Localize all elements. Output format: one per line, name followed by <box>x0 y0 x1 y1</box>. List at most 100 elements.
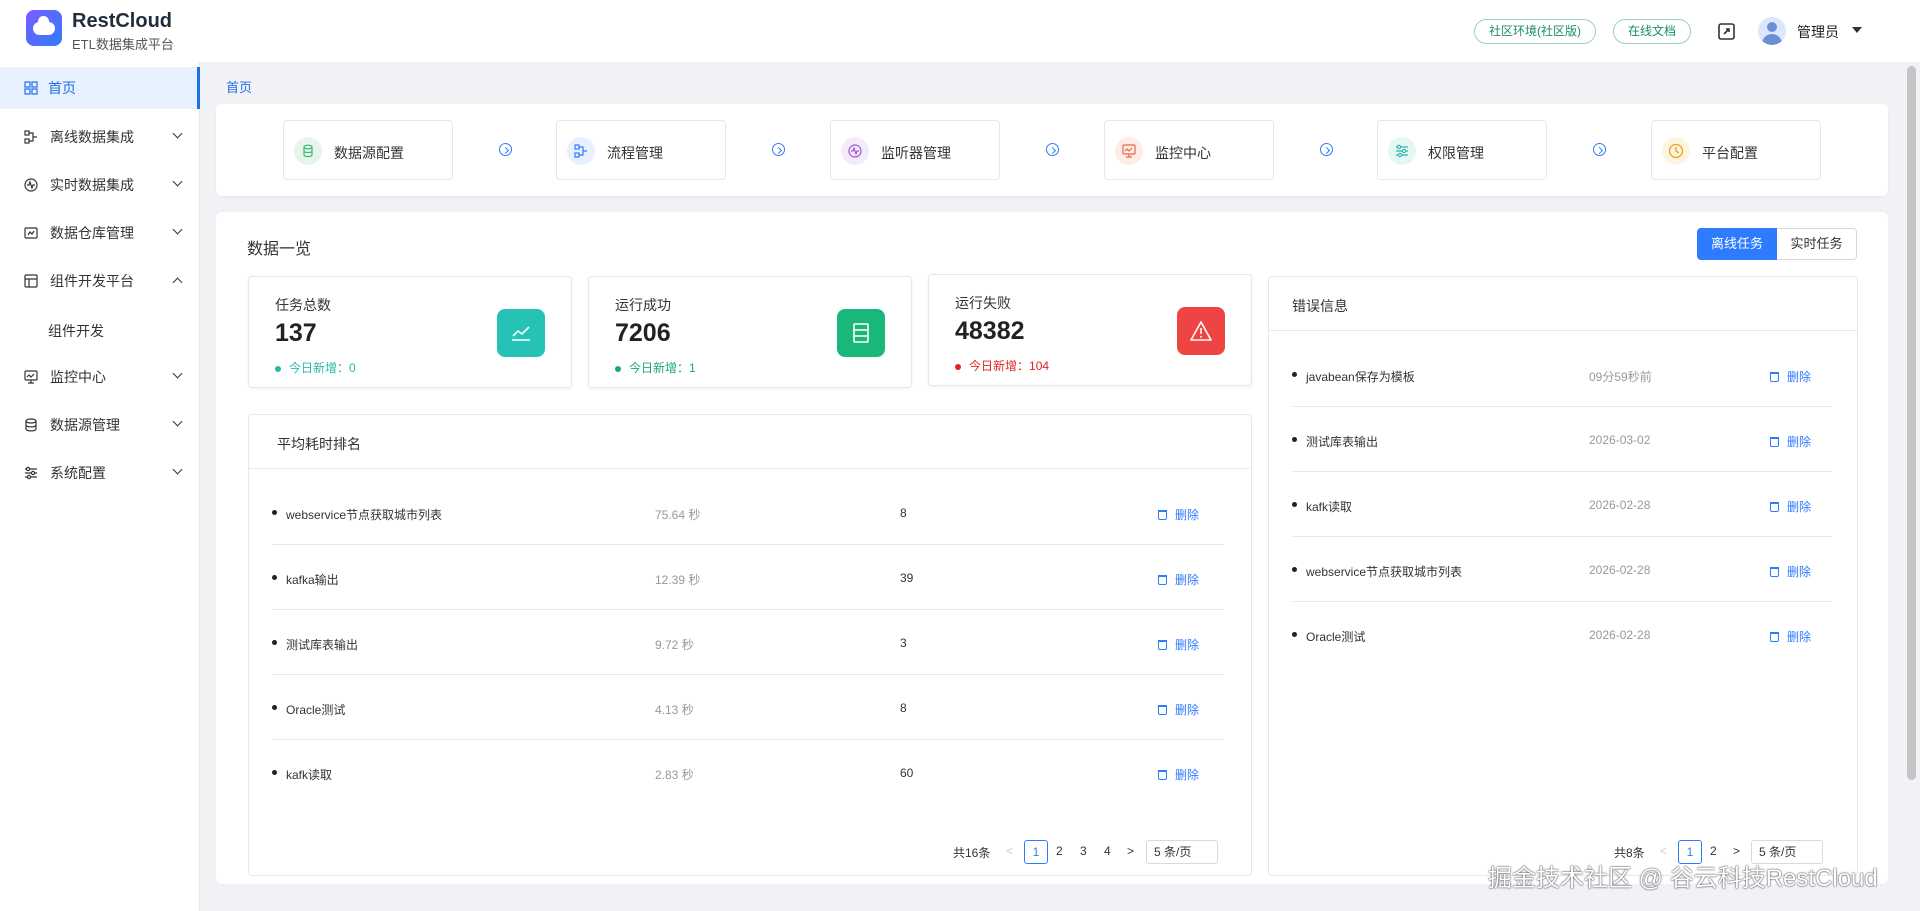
delete-button[interactable]: 删除 <box>1158 701 1199 718</box>
sidebar-item-label: 离线数据集成 <box>50 129 134 145</box>
user-name[interactable]: 管理员 <box>1797 22 1839 42</box>
sidebar-item-label: 系统配置 <box>50 465 106 481</box>
pagination-next-button[interactable]: > <box>1127 844 1134 858</box>
page-scrollbar[interactable] <box>1907 66 1916 780</box>
pagination-page[interactable]: 3 <box>1080 844 1087 858</box>
delete-button[interactable]: 删除 <box>1158 636 1199 653</box>
arrow-right-circle-icon <box>772 143 785 156</box>
sidebar-item-label: 首页 <box>48 80 76 96</box>
arrow-right-circle-icon <box>499 143 512 156</box>
breadcrumb[interactable]: 首页 <box>226 77 252 96</box>
delete-button[interactable]: 删除 <box>1770 628 1811 645</box>
warning-icon <box>1177 307 1225 355</box>
panel-title: 平均耗时排名 <box>277 436 361 452</box>
chevron-down-icon <box>172 176 183 187</box>
stat-card-total: 任务总数 137 今日新增：0 <box>248 276 572 388</box>
quicknav-listener-management[interactable]: 监听器管理 <box>830 120 1000 180</box>
quicknav-label: 监听器管理 <box>881 145 951 161</box>
sidebar-item-component-platform[interactable]: 组件开发平台 <box>0 260 200 302</box>
quicknav-datasource-config[interactable]: 数据源配置 <box>283 120 453 180</box>
delete-button[interactable]: 删除 <box>1770 368 1811 385</box>
delete-button[interactable]: 删除 <box>1158 766 1199 783</box>
delete-button[interactable]: 删除 <box>1770 433 1811 450</box>
quicknav-label: 权限管理 <box>1428 145 1484 161</box>
delete-button[interactable]: 删除 <box>1770 498 1811 515</box>
quicknav-flow-management[interactable]: 流程管理 <box>556 120 726 180</box>
stat-value: 137 <box>275 319 317 347</box>
table-row: kafk读取 2.83 秒 60 删除 <box>272 740 1224 805</box>
brand-subtitle: ETL数据集成平台 <box>72 37 174 52</box>
trash-icon <box>1770 632 1779 642</box>
delete-button[interactable]: 删除 <box>1770 563 1811 580</box>
row-time: 2026-02-28 <box>1589 563 1651 577</box>
stat-label: 任务总数 <box>275 297 331 313</box>
top-header: RestCloud ETL数据集成平台 社区环境(社区版) 在线文档 管理员 <box>0 0 1920 62</box>
pagination-page[interactable]: 4 <box>1104 844 1111 858</box>
trash-icon <box>1158 770 1167 780</box>
ranking-pagination: 共16条 < 1 2 3 4 > 5 条/页 <box>953 840 1223 864</box>
sidebar-item-monitor[interactable]: 监控中心 <box>0 356 200 398</box>
pagination-total: 共16条 <box>953 846 991 860</box>
stat-label: 运行成功 <box>615 297 671 313</box>
stat-today-new: 今日新增：1 <box>615 359 696 376</box>
sidebar-item-warehouse[interactable]: 数据仓库管理 <box>0 212 200 254</box>
sidebar-item-home[interactable]: 首页 <box>0 67 200 109</box>
tab-realtime-tasks[interactable]: 实时任务 <box>1777 228 1857 260</box>
user-caret-icon[interactable] <box>1852 27 1862 33</box>
sidebar-item-label: 监控中心 <box>50 369 106 385</box>
sidebar-subitem-component-dev[interactable]: 组件开发 <box>48 321 104 341</box>
panel-header: 平均耗时排名 <box>249 415 1251 469</box>
row-count: 39 <box>900 571 914 585</box>
row-count: 8 <box>900 506 907 520</box>
stat-value: 7206 <box>615 319 671 347</box>
online-docs-button[interactable]: 在线文档 <box>1613 19 1692 44</box>
page-size-select[interactable]: 5 条/页 <box>1146 840 1218 864</box>
trash-icon <box>1158 705 1167 715</box>
row-name: kafk读取 <box>286 768 333 782</box>
quicknav-label: 数据源配置 <box>334 145 404 161</box>
quicknav-monitor-center[interactable]: 监控中心 <box>1104 120 1274 180</box>
pagination-page[interactable]: 2 <box>1056 844 1063 858</box>
panel-header: 错误信息 <box>1269 277 1857 331</box>
restcloud-logo-icon[interactable] <box>26 10 62 46</box>
trash-icon <box>1158 510 1167 520</box>
row-name: kafka输出 <box>286 573 339 587</box>
arrow-right-circle-icon <box>1320 143 1333 156</box>
pagination-prev-button[interactable]: < <box>1006 844 1013 858</box>
row-name: 测试库表输出 <box>1306 435 1379 449</box>
row-name: Oracle测试 <box>1306 630 1366 644</box>
server-list-icon <box>837 309 885 357</box>
warehouse-icon <box>24 227 38 239</box>
sidebar-item-datasource[interactable]: 数据源管理 <box>0 404 200 446</box>
community-env-button[interactable]: 社区环境(社区版) <box>1474 19 1596 44</box>
sidebar-item-system-config[interactable]: 系统配置 <box>0 452 200 494</box>
sidebar-item-realtime-integration[interactable]: 实时数据集成 <box>0 164 200 206</box>
table-row: 测试库表输出 9.72 秒 3 删除 <box>272 610 1224 675</box>
avatar[interactable] <box>1758 17 1786 45</box>
quicknav-permission-management[interactable]: 权限管理 <box>1377 120 1547 180</box>
pagination-page[interactable]: 1 <box>1024 840 1048 864</box>
list-item: Oracle测试 2026-02-28 删除 <box>1292 602 1832 667</box>
quicknav-platform-config[interactable]: 平台配置 <box>1651 120 1821 180</box>
quicknav-label: 平台配置 <box>1702 145 1758 161</box>
chevron-down-icon <box>172 368 183 379</box>
row-time: 2026-02-28 <box>1589 498 1651 512</box>
row-time: 2026-03-02 <box>1589 433 1651 447</box>
share-icon[interactable] <box>1718 22 1737 40</box>
panel-title: 错误信息 <box>1292 298 1348 314</box>
list-item: kafk读取 2026-02-28 删除 <box>1292 472 1832 537</box>
trash-icon <box>1770 502 1779 512</box>
tab-offline-tasks[interactable]: 离线任务 <box>1697 228 1777 260</box>
trash-icon <box>1158 575 1167 585</box>
delete-button[interactable]: 删除 <box>1158 506 1199 523</box>
trash-icon <box>1158 640 1167 650</box>
stat-today-new: 今日新增：0 <box>275 359 356 376</box>
pagination-page[interactable]: 2 <box>1710 844 1717 858</box>
row-name: 测试库表输出 <box>286 638 359 652</box>
delete-button[interactable]: 删除 <box>1158 571 1199 588</box>
row-time: 12.39 秒 <box>655 573 701 587</box>
pagination-prev-button[interactable]: < <box>1660 844 1667 858</box>
pagination-next-button[interactable]: > <box>1733 844 1740 858</box>
monitor-icon <box>1115 137 1143 165</box>
sidebar-item-offline-integration[interactable]: 离线数据集成 <box>0 116 200 158</box>
